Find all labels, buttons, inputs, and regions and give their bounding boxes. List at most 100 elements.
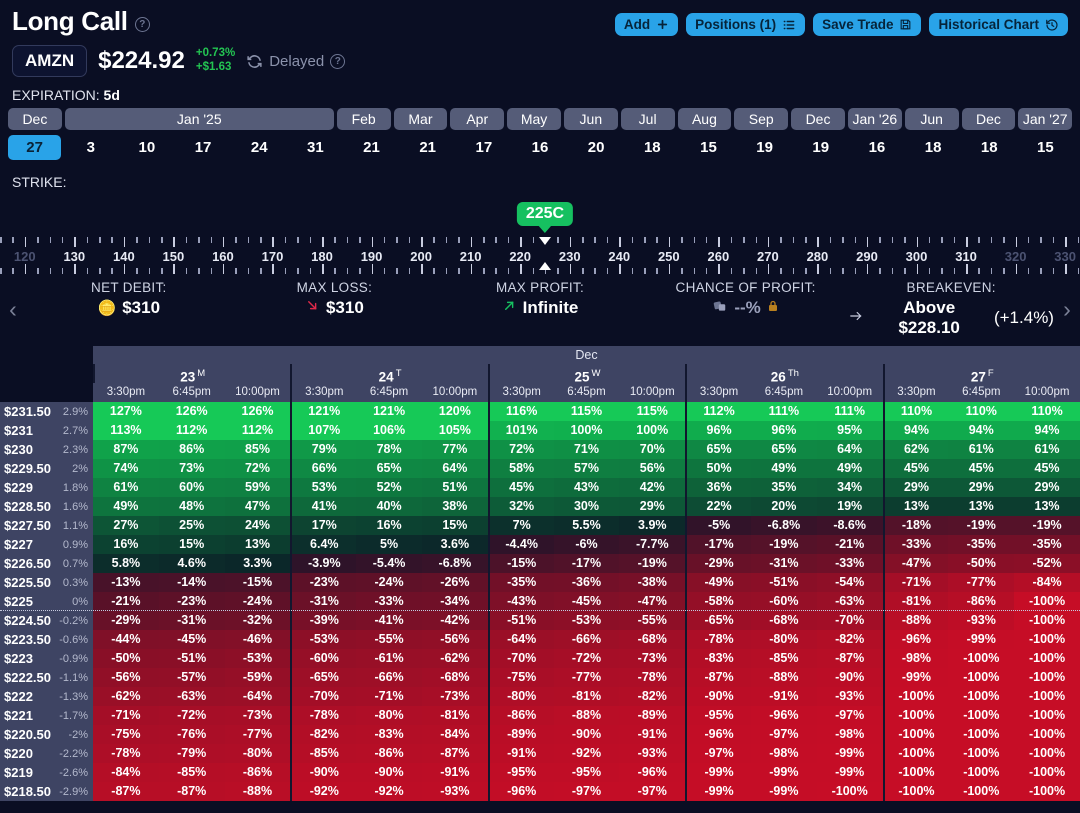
heatmap-cell[interactable]: 111% <box>816 402 883 421</box>
strike-slider[interactable]: 225C 120 130 140 150 160 170 180 190 200 210 220 230… <box>0 196 1080 274</box>
heatmap-cell[interactable]: -7.7% <box>619 535 686 554</box>
heatmap-cell[interactable]: 60% <box>158 478 225 497</box>
heatmap-cell[interactable]: -57% <box>158 668 225 687</box>
heatmap-cell[interactable]: 86% <box>158 440 225 459</box>
heatmap-cell[interactable]: -51% <box>487 611 554 630</box>
heatmap-cell[interactable]: 87% <box>93 440 159 459</box>
heatmap-cell[interactable]: -62% <box>421 649 488 668</box>
heatmap-cell[interactable]: -100% <box>1014 630 1080 649</box>
expiration-day-2[interactable]: 10 <box>120 135 173 160</box>
heatmap-cell[interactable]: -55% <box>356 630 422 649</box>
question-circle-icon[interactable]: ? <box>134 16 150 32</box>
heatmap-cell[interactable]: -64% <box>487 630 554 649</box>
strike-row-header[interactable]: $229.50 2% <box>0 459 93 478</box>
heatmap-cell[interactable]: 45% <box>882 459 949 478</box>
expiration-day-13[interactable]: 19 <box>738 135 791 160</box>
expiration-month-3[interactable]: Mar <box>393 108 448 130</box>
expiration-month-7[interactable]: Jul <box>620 108 675 130</box>
heatmap-cell[interactable]: 66% <box>290 459 357 478</box>
heatmap-cell[interactable]: -86% <box>224 763 291 782</box>
heatmap-cell[interactable]: -100% <box>1014 687 1080 706</box>
heatmap-cell[interactable]: 107% <box>290 421 357 440</box>
heatmap-cell[interactable]: -88% <box>750 668 817 687</box>
heatmap-cell[interactable]: -100% <box>1014 763 1080 782</box>
heatmap-cell[interactable]: 74% <box>93 459 159 478</box>
heatmap-cell[interactable]: 115% <box>553 402 620 421</box>
heatmap-cell[interactable]: -84% <box>1014 573 1080 592</box>
heatmap-cell[interactable]: -97% <box>685 744 751 763</box>
heatmap-cell[interactable]: -80% <box>487 687 554 706</box>
heatmap-cell[interactable]: 29% <box>1014 478 1080 497</box>
heatmap-cell[interactable]: 61% <box>93 478 159 497</box>
heatmap-cell[interactable]: -6% <box>553 535 620 554</box>
heatmap-cell[interactable]: -87% <box>93 782 159 801</box>
heatmap-cell[interactable]: 49% <box>93 497 159 516</box>
heatmap-cell[interactable]: 5.8% <box>93 554 159 573</box>
strike-row-header[interactable]: $225.50 0.3% <box>0 573 93 592</box>
heatmap-cell[interactable]: -99% <box>882 668 949 687</box>
strike-row-header[interactable]: $222.50 -1.1% <box>0 668 93 687</box>
heatmap-cell[interactable]: -98% <box>816 725 883 744</box>
heatmap-cell[interactable]: 45% <box>487 478 554 497</box>
positions-1-button[interactable]: Positions (1) <box>686 13 806 36</box>
heatmap-cell[interactable]: -98% <box>882 649 949 668</box>
heatmap-cell[interactable]: 34% <box>816 478 883 497</box>
expiration-day-0[interactable]: 27 <box>8 135 62 160</box>
heatmap-cell[interactable]: -78% <box>93 744 159 763</box>
heatmap-cell[interactable]: -63% <box>158 687 225 706</box>
heatmap-cell[interactable]: 4.6% <box>158 554 225 573</box>
expiration-month-1[interactable]: Jan '25 <box>64 108 334 130</box>
strike-row-header[interactable]: $224.50 -0.2% <box>0 611 93 630</box>
heatmap-cell[interactable]: -73% <box>224 706 291 725</box>
heatmap-cell[interactable]: -24% <box>356 573 422 592</box>
heatmap-cell[interactable]: -15% <box>224 573 291 592</box>
heatmap-cell[interactable]: -86% <box>487 706 554 725</box>
add-button[interactable]: Add <box>614 13 679 36</box>
heatmap-cell[interactable]: -81% <box>553 687 620 706</box>
heatmap-cell[interactable]: -60% <box>290 649 357 668</box>
expiration-month-5[interactable]: May <box>507 108 561 130</box>
heatmap-cell[interactable]: -92% <box>290 782 357 801</box>
heatmap-cell[interactable]: 17% <box>290 516 357 535</box>
heatmap-cell[interactable]: 13% <box>1014 497 1080 516</box>
heatmap-cell[interactable]: 30% <box>553 497 620 516</box>
heatmap-cell[interactable]: -97% <box>553 782 620 801</box>
heatmap-cell[interactable]: 121% <box>356 402 422 421</box>
lock-icon[interactable] <box>767 298 779 318</box>
heatmap-cell[interactable]: -96% <box>750 706 817 725</box>
heatmap-cell[interactable]: -100% <box>1014 706 1080 725</box>
heatmap-cell[interactable]: -62% <box>93 687 159 706</box>
expiration-day-10[interactable]: 20 <box>570 135 623 160</box>
heatmap-cell[interactable]: -33% <box>356 592 422 611</box>
heatmap-cell[interactable]: 29% <box>948 478 1015 497</box>
heatmap-cell[interactable]: 112% <box>224 421 291 440</box>
heatmap-cell[interactable]: -93% <box>421 782 488 801</box>
heatmap-cell[interactable]: 5.5% <box>553 516 620 535</box>
heatmap-cell[interactable]: -99% <box>816 763 883 782</box>
heatmap-cell[interactable]: 22% <box>685 497 751 516</box>
heatmap-cell[interactable]: -42% <box>421 611 488 630</box>
heatmap-cell[interactable]: 35% <box>750 478 817 497</box>
heatmap-cell[interactable]: 49% <box>816 459 883 478</box>
heatmap-cell[interactable]: 112% <box>158 421 225 440</box>
strike-row-header[interactable]: $220 -2.2% <box>0 744 93 763</box>
heatmap-cell[interactable]: -72% <box>158 706 225 725</box>
heatmap-cell[interactable]: -82% <box>619 687 686 706</box>
heatmap-cell[interactable]: -81% <box>882 592 949 611</box>
heatmap-cell[interactable]: -66% <box>553 630 620 649</box>
heatmap-cell[interactable]: 25% <box>158 516 225 535</box>
heatmap-cell[interactable]: 72% <box>487 440 554 459</box>
heatmap-cell[interactable]: 24% <box>224 516 291 535</box>
heatmap-cell[interactable]: -85% <box>158 763 225 782</box>
heatmap-cell[interactable]: -91% <box>487 744 554 763</box>
heatmap-cell[interactable]: -70% <box>816 611 883 630</box>
strike-row-header[interactable]: $223.50 -0.6% <box>0 630 93 649</box>
heatmap-cell[interactable]: -100% <box>816 782 883 801</box>
heatmap-cell[interactable]: -96% <box>487 782 554 801</box>
heatmap-cell[interactable]: 79% <box>290 440 357 459</box>
heatmap-cell[interactable]: 41% <box>290 497 357 516</box>
heatmap-cell[interactable]: -36% <box>553 573 620 592</box>
heatmap-cell[interactable]: -31% <box>158 611 225 630</box>
heatmap-cell[interactable]: -100% <box>1014 592 1080 611</box>
heatmap-cell[interactable]: -91% <box>619 725 686 744</box>
